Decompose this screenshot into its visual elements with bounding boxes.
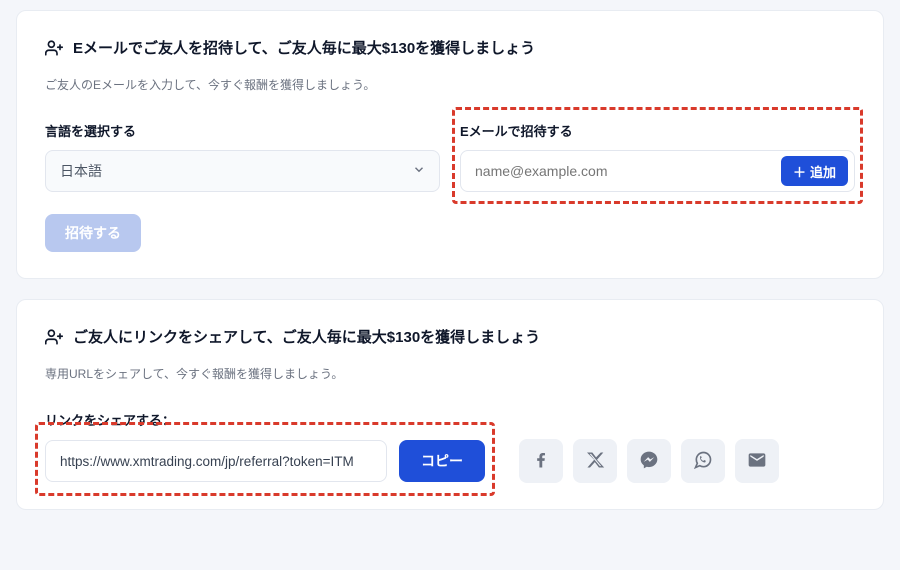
envelope-icon [747,450,767,473]
email-label: Eメールで招待する [460,121,855,140]
share-row: コピー [45,439,855,483]
copy-button[interactable]: コピー [399,440,485,482]
user-plus-icon [45,328,63,346]
card-title: Eメールでご友人を招待して、ご友人毎に最大$130を獲得しましょう [73,37,535,58]
share-label: リンクをシェアする： [45,410,855,429]
card-subtitle: ご友人のEメールを入力して、今すぐ報酬を獲得しましょう。 [45,76,855,93]
card-title: ご友人にリンクをシェアして、ご友人毎に最大$130を獲得しましょう [73,326,540,347]
invite-button[interactable]: 招待する [45,214,141,252]
email-field: Eメールで招待する ＋ 追加 [460,121,855,192]
email-share-button[interactable] [735,439,779,483]
social-buttons [519,439,779,483]
card-header: ご友人にリンクをシェアして、ご友人毎に最大$130を獲得しましょう [45,326,855,347]
facebook-icon [531,450,551,473]
card-header: Eメールでご友人を招待して、ご友人毎に最大$130を獲得しましょう [45,37,855,58]
facebook-button[interactable] [519,439,563,483]
form-row: 言語を選択する 日本語 Eメールで招待する ＋ 追加 [45,121,855,192]
share-url-input[interactable] [45,440,387,482]
link-share-card: ご友人にリンクをシェアして、ご友人毎に最大$130を獲得しましょう 専用URLを… [16,299,884,510]
language-field: 言語を選択する 日本語 [45,121,440,192]
email-input[interactable] [475,163,773,179]
plus-icon: ＋ [793,162,806,181]
email-invite-card: Eメールでご友人を招待して、ご友人毎に最大$130を獲得しましょう ご友人のEメ… [16,10,884,279]
user-plus-icon [45,39,63,57]
x-icon [585,450,605,473]
language-value: 日本語 [45,150,440,192]
email-input-group: ＋ 追加 [460,150,855,192]
card-subtitle: 専用URLをシェアして、今すぐ報酬を獲得しましょう。 [45,365,855,382]
whatsapp-icon [693,450,713,473]
add-button-label: 追加 [810,162,836,181]
x-twitter-button[interactable] [573,439,617,483]
messenger-icon [639,450,659,473]
share-url-group: コピー [45,440,485,482]
language-label: 言語を選択する [45,121,440,140]
add-button[interactable]: ＋ 追加 [781,156,848,186]
messenger-button[interactable] [627,439,671,483]
whatsapp-button[interactable] [681,439,725,483]
language-select[interactable]: 日本語 [45,150,440,192]
